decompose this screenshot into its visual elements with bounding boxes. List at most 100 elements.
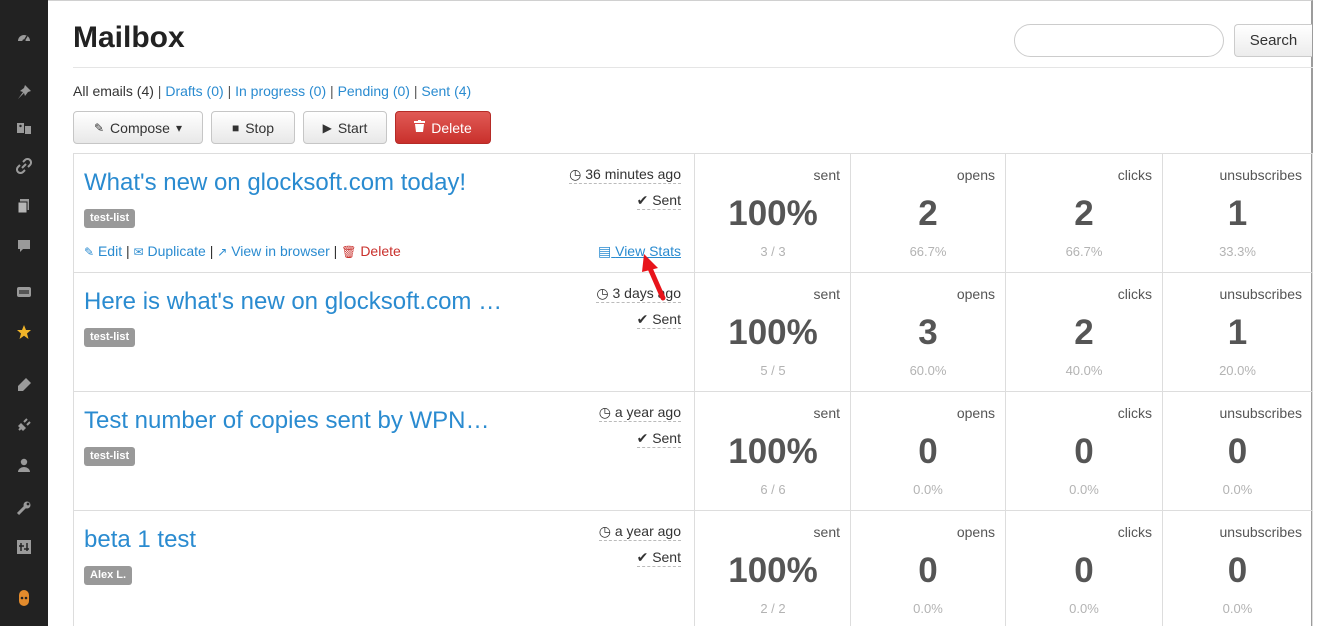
stat-label-clicks: clicks	[1117, 286, 1152, 302]
stat-value-clicks: 0	[1074, 432, 1094, 471]
tools-icon[interactable]	[14, 498, 34, 518]
trash-icon: 🗑	[341, 245, 357, 259]
settings-icon[interactable]	[14, 537, 34, 557]
star-icon[interactable]	[14, 322, 34, 342]
email-meta: ◷ 36 minutes ago ✔ Sent	[569, 166, 681, 210]
trash-icon	[414, 120, 426, 135]
view-stats-label: View Stats	[615, 243, 681, 259]
stat-label-unsubscribes: unsubscribes	[1219, 524, 1303, 540]
edit-link[interactable]: ✎ Edit	[84, 243, 122, 259]
stat-label-unsubscribes: unsubscribes	[1219, 167, 1303, 183]
status-sent: ✔ Sent	[636, 430, 681, 448]
stat-sub-clicks: 40.0%	[1065, 363, 1103, 378]
email-title-link[interactable]: Test number of copies sent by WPN…	[84, 407, 490, 435]
sent-time: ◷ 3 days ago	[596, 285, 681, 303]
stat-label-sent: sent	[813, 286, 840, 302]
compose-label: Compose	[110, 119, 170, 136]
email-title-link[interactable]: Here is what's new on glocksoft.com …	[84, 288, 502, 316]
filter-in-progress[interactable]: In progress (0)	[235, 83, 326, 99]
pin-icon[interactable]	[14, 82, 34, 102]
stat-sent: sent 100% 5 / 5	[696, 273, 851, 391]
filter-drafts[interactable]: Drafts (0)	[165, 83, 223, 99]
email-info-cell: What's new on glocksoft.com today! test-…	[73, 154, 695, 272]
collapse-icon[interactable]	[14, 588, 34, 608]
stat-label-unsubscribes: unsubscribes	[1219, 405, 1303, 421]
search-button[interactable]: Search	[1234, 24, 1312, 57]
status-label: Sent	[652, 430, 681, 446]
duplicate-link[interactable]: ✉ Duplicate	[134, 243, 206, 259]
link-icon[interactable]	[14, 156, 34, 176]
stop-icon: ■	[231, 120, 240, 135]
table-row: What's new on glocksoft.com today! test-…	[73, 153, 1313, 272]
clock-icon: ◷	[569, 166, 582, 182]
check-icon: ✔	[636, 549, 649, 565]
action-separator: |	[333, 243, 338, 259]
email-title-link[interactable]: beta 1 test	[84, 526, 196, 554]
status-sent: ✔ Sent	[636, 549, 681, 567]
duplicate-label: Duplicate	[147, 243, 206, 259]
start-label: Start	[337, 119, 368, 136]
media-icon[interactable]	[14, 118, 34, 138]
stat-label-sent: sent	[813, 524, 840, 540]
stat-value-clicks: 2	[1074, 313, 1094, 352]
edit-icon: ✎	[84, 245, 95, 259]
stat-label-clicks: clicks	[1117, 405, 1152, 421]
row-actions: ✎ Edit | ✉ Duplicate | ↗ View in browser…	[84, 243, 401, 259]
status-filters: All emails (4) | Drafts (0) | In progres…	[73, 83, 471, 99]
filter-sent[interactable]: Sent (4)	[421, 83, 471, 99]
edit-label: Edit	[97, 243, 123, 259]
stat-opens: opens 0 0.0%	[851, 511, 1006, 626]
stat-value-sent: 100%	[728, 551, 818, 590]
filter-separator: |	[157, 83, 162, 99]
newsletter-icon[interactable]	[14, 282, 34, 302]
list-tag: Alex L.	[84, 566, 133, 585]
stat-value-clicks: 2	[1074, 194, 1094, 233]
filter-separator: |	[227, 83, 232, 99]
stat-unsubscribes: unsubscribes 0 0.0%	[1163, 392, 1313, 510]
sent-time-label: 36 minutes ago	[585, 166, 681, 182]
pages-icon[interactable]	[14, 196, 34, 216]
stat-sub-sent: 2 / 2	[760, 601, 786, 616]
stat-value-unsubscribes: 1	[1227, 313, 1248, 352]
stat-label-opens: opens	[956, 405, 995, 421]
stat-sub-clicks: 66.7%	[1065, 244, 1103, 259]
stat-value-unsubscribes: 0	[1227, 432, 1248, 471]
delete-button[interactable]: Delete	[395, 111, 491, 144]
filter-all[interactable]: All emails (4)	[73, 83, 154, 99]
stat-unsubscribes: unsubscribes 1 20.0%	[1163, 273, 1313, 391]
view-stats-link[interactable]: ▤ View Stats	[598, 243, 681, 260]
email-info-cell: Test number of copies sent by WPN… test-…	[73, 392, 695, 510]
clock-icon: ◷	[598, 523, 611, 539]
row-delete-link[interactable]: 🗑 Delete	[341, 243, 401, 259]
filter-pending[interactable]: Pending (0)	[338, 83, 410, 99]
compose-button[interactable]: ✎ Compose ▾	[73, 111, 203, 144]
filter-separator: |	[413, 83, 418, 99]
comments-icon[interactable]	[14, 236, 34, 256]
plugins-icon[interactable]	[14, 415, 34, 435]
dashboard-icon[interactable]	[14, 28, 34, 48]
stat-sub-unsubscribes: 20.0%	[1219, 363, 1256, 378]
table-row: Test number of copies sent by WPN… test-…	[73, 391, 1313, 510]
stat-sub-sent: 6 / 6	[760, 482, 786, 497]
users-icon[interactable]	[14, 455, 34, 475]
stop-label: Stop	[245, 119, 275, 136]
start-button[interactable]: ▶ Start	[303, 111, 387, 144]
email-title-link[interactable]: What's new on glocksoft.com today!	[84, 169, 466, 197]
stat-value-opens: 3	[918, 313, 938, 352]
stat-sent: sent 100% 3 / 3	[696, 154, 851, 272]
stat-unsubscribes: unsubscribes 1 33.3%	[1163, 154, 1313, 272]
email-meta: ◷ a year ago ✔ Sent	[598, 404, 681, 448]
stat-sub-opens: 0.0%	[913, 482, 943, 497]
delete-label: Delete	[431, 119, 472, 136]
stat-value-clicks: 0	[1074, 551, 1094, 590]
table-row: beta 1 test Alex L. ◷ a year ago ✔ Sent …	[73, 510, 1313, 626]
search-input[interactable]	[1014, 24, 1224, 57]
stat-opens: opens 2 66.7%	[851, 154, 1006, 272]
appearance-icon[interactable]	[14, 375, 34, 395]
sent-time-label: a year ago	[614, 404, 681, 420]
view-in-browser-link[interactable]: ↗ View in browser	[217, 243, 330, 259]
clock-icon: ◷	[598, 404, 611, 420]
check-icon: ✔	[636, 430, 649, 446]
stat-unsubscribes: unsubscribes 0 0.0%	[1163, 511, 1313, 626]
stop-button[interactable]: ■ Stop	[211, 111, 295, 144]
